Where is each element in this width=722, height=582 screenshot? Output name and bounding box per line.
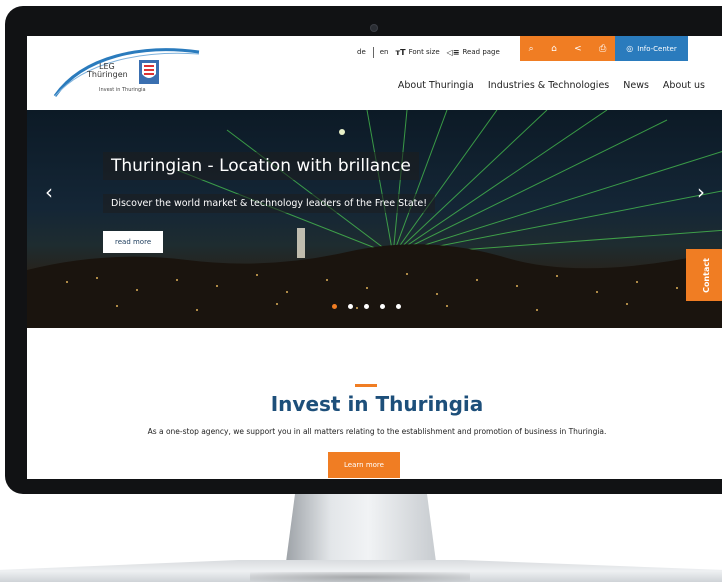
- read-more-button[interactable]: read more: [103, 231, 164, 253]
- compass-icon: ◎: [626, 44, 634, 53]
- hero-title: Thuringian - Location with brillance: [103, 152, 419, 180]
- lang-de-link[interactable]: de: [357, 48, 366, 56]
- invest-title: Invest in Thuringia: [270, 392, 484, 416]
- stand-shadow: [250, 572, 470, 582]
- site-header: LEG Thüringen Invest in Thuringia de en …: [27, 36, 722, 110]
- lang-divider: [372, 46, 374, 58]
- slider-dot[interactable]: [332, 304, 337, 309]
- nav-item-news[interactable]: News: [623, 80, 649, 91]
- camera-icon: [370, 24, 378, 32]
- thuringia-crest-icon: [139, 60, 159, 84]
- read-page-label: Read page: [462, 48, 500, 56]
- read-page-icon: ◁≡: [446, 47, 460, 57]
- slider-dots: [332, 304, 412, 309]
- nav-item-about-us[interactable]: About us: [663, 80, 705, 91]
- read-page-button[interactable]: ◁≡ Read page: [447, 48, 500, 57]
- search-icon[interactable]: ⌕: [529, 44, 534, 54]
- chevron-left-icon[interactable]: ‹: [45, 180, 53, 204]
- font-size-label: Font size: [408, 48, 440, 56]
- chevron-right-icon[interactable]: ›: [697, 180, 705, 204]
- text-size-icon: ᴛT: [395, 47, 406, 57]
- hero-slider: Thuringian - Location with brillance Dis…: [27, 110, 722, 328]
- print-icon[interactable]: ⎙: [599, 44, 606, 54]
- contact-tab[interactable]: Contact: [686, 249, 722, 301]
- tool-icons-bar: ⌕ ⌂ < ⎙: [520, 36, 615, 61]
- utility-toolbar: de en ᴛT Font size ◁≡ Read page: [357, 43, 507, 61]
- monitor-stand-neck: [286, 494, 436, 562]
- learn-more-button[interactable]: Learn more: [328, 452, 400, 478]
- hero-subtitle: Discover the world market & technology l…: [103, 194, 436, 213]
- slider-dot[interactable]: [348, 304, 353, 309]
- nav-item-industries[interactable]: Industries & Technologies: [488, 80, 609, 91]
- nav-item-about-thuringia[interactable]: About Thuringia: [398, 80, 474, 91]
- section-accent-divider: [355, 384, 377, 387]
- font-size-button[interactable]: ᴛT Font size: [396, 48, 440, 57]
- lang-en-link[interactable]: en: [380, 48, 389, 56]
- slider-dot[interactable]: [396, 304, 401, 309]
- logo-line2: Thüringen: [87, 70, 128, 79]
- hero-background-image: [27, 110, 722, 328]
- slider-dot[interactable]: [364, 304, 369, 309]
- slider-dot[interactable]: [380, 304, 385, 309]
- info-center-label: Info-Center: [637, 44, 677, 53]
- share-icon[interactable]: <: [574, 44, 582, 54]
- lock-icon[interactable]: ⌂: [551, 44, 557, 54]
- info-center-button[interactable]: ◎ Info-Center: [615, 36, 688, 61]
- contact-label: Contact: [701, 257, 711, 293]
- invest-description: As a one-stop agency, we support you in …: [147, 427, 607, 436]
- site-logo[interactable]: LEG Thüringen Invest in Thuringia: [53, 46, 203, 101]
- browser-screen: LEG Thüringen Invest in Thuringia de en …: [27, 36, 722, 479]
- main-nav: About Thuringia Industries & Technologie…: [384, 80, 705, 91]
- logo-tagline: Invest in Thuringia: [99, 87, 146, 93]
- monitor-frame: LEG Thüringen Invest in Thuringia de en …: [5, 6, 722, 494]
